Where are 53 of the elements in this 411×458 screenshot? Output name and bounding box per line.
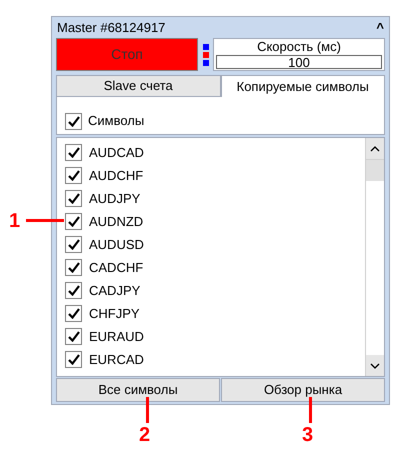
checkbox[interactable] — [65, 236, 82, 253]
callout-number: 2 — [139, 424, 150, 446]
checkbox[interactable] — [65, 190, 82, 207]
symbol-label: AUDCHF — [89, 166, 144, 185]
symbol-label: CHFJPY — [89, 304, 140, 323]
checkbox[interactable] — [65, 282, 82, 299]
checkmark-icon — [68, 354, 80, 365]
checkmark-icon — [68, 170, 80, 181]
symbol-label: AUDUSD — [89, 236, 144, 254]
tab[interactable]: Копируемые символы — [220, 75, 385, 97]
checkbox[interactable] — [65, 305, 82, 322]
leader-line — [309, 397, 312, 423]
leader-line — [146, 397, 149, 423]
checkbox[interactable] — [65, 144, 82, 161]
checkmark-icon — [68, 147, 80, 158]
speed-field[interactable]: 100 — [216, 55, 382, 69]
callout-number: 1 — [9, 210, 20, 232]
symbol-label: AUDCAD — [89, 144, 144, 162]
caret-down-icon — [370, 362, 380, 368]
symbol-label: EURCAD — [89, 350, 144, 369]
checkbox[interactable] — [65, 167, 82, 184]
checkmark-icon — [68, 216, 80, 227]
checkmark-icon — [68, 285, 80, 296]
speed-label: Скорость (мс) — [257, 39, 341, 55]
callout-number: 3 — [302, 424, 314, 446]
symbol-label: EURAUD — [89, 328, 144, 346]
symbol-label: AUDNZD — [89, 212, 144, 231]
symbol-label: CADCHF — [89, 258, 144, 277]
checkbox[interactable] — [65, 328, 82, 345]
scroll-down-button[interactable] — [366, 355, 384, 376]
checkbox[interactable] — [65, 113, 82, 130]
scroll-up-button[interactable] — [366, 138, 384, 159]
checkbox[interactable] — [65, 213, 82, 230]
action-button[interactable]: Обзор рынка — [221, 378, 385, 402]
collapse-button[interactable]: ^ — [376, 18, 384, 38]
checkmark-icon — [68, 262, 80, 273]
scrollbar[interactable] — [365, 138, 384, 376]
symbol-label: CADJPY — [89, 282, 140, 300]
action-button[interactable]: Все символы — [56, 378, 220, 402]
checkmark-icon — [68, 331, 80, 342]
checkmark-icon — [68, 193, 80, 204]
checkbox[interactable] — [65, 351, 82, 368]
caret-up-icon — [370, 146, 380, 152]
checkbox[interactable] — [65, 259, 82, 276]
scroll-thumb[interactable] — [366, 159, 384, 181]
tab[interactable]: Slave счета — [56, 75, 220, 97]
checkmark-icon — [68, 239, 80, 250]
panel-title: Master #68124917 — [57, 18, 166, 37]
checkmark-icon — [68, 308, 80, 319]
leader-line — [26, 219, 64, 222]
checkmark-icon — [68, 116, 80, 127]
checkbox-label: Символы — [88, 112, 144, 130]
symbol-label: AUDJPY — [89, 190, 140, 208]
